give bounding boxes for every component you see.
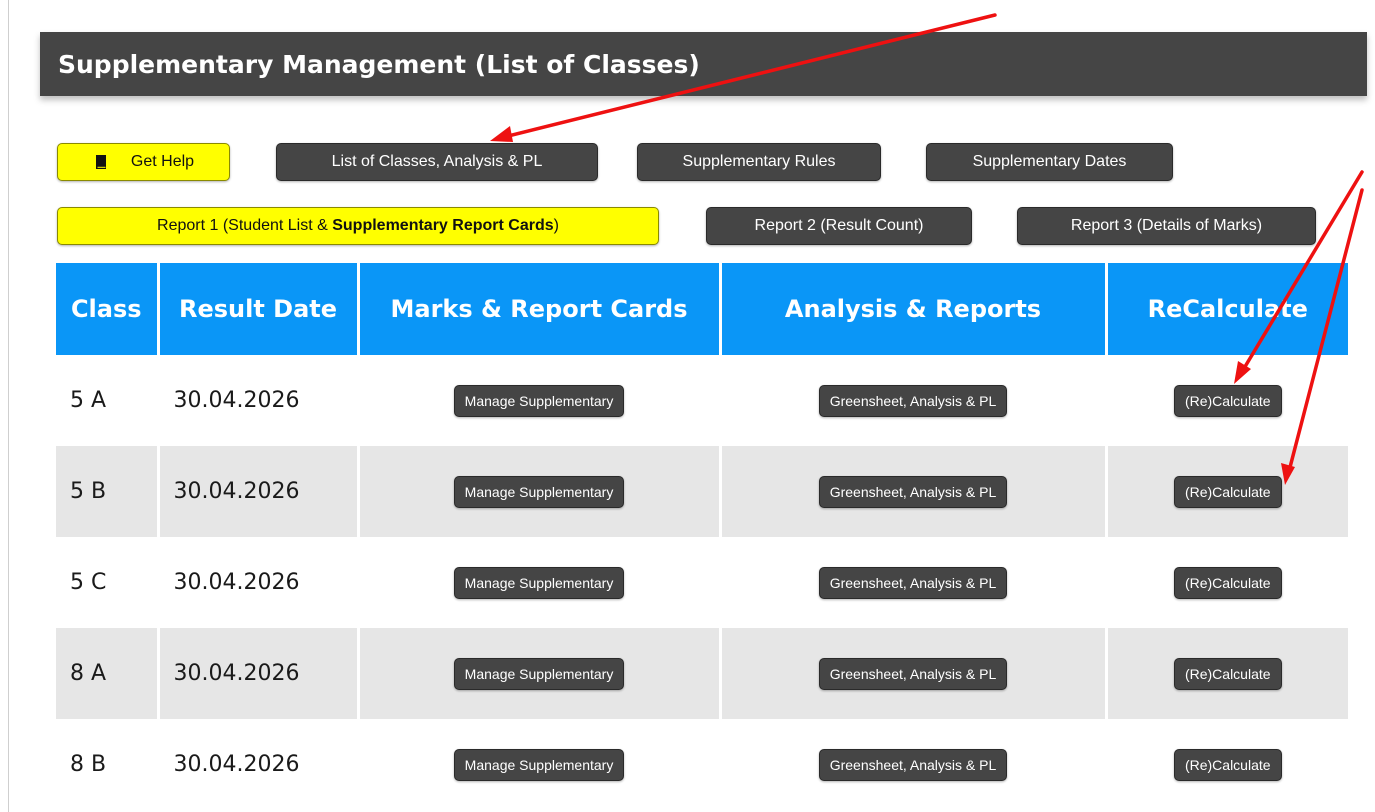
recalculate-button[interactable]: (Re)Calculate bbox=[1173, 566, 1282, 599]
greensheet-analysis-button[interactable]: Greensheet, Analysis & PL bbox=[818, 657, 1008, 690]
greensheet-analysis-button[interactable]: Greensheet, Analysis & PL bbox=[818, 748, 1008, 781]
report2-button[interactable]: Report 2 (Result Count) bbox=[706, 207, 972, 245]
column-header-marks: Marks & Report Cards bbox=[358, 263, 722, 355]
supplementary-dates-button[interactable]: Supplementary Dates bbox=[926, 143, 1173, 181]
report3-label: Report 3 (Details of Marks) bbox=[1070, 217, 1263, 234]
report1-button[interactable]: Report 1 (Student List & Supplementary R… bbox=[57, 207, 659, 245]
table-row: 5 A 30.04.2026 Manage Supplementary Gree… bbox=[56, 355, 1348, 446]
report2-label: Report 2 (Result Count) bbox=[754, 217, 924, 234]
supplementary-rules-button[interactable]: Supplementary Rules bbox=[637, 143, 881, 181]
list-of-classes-button[interactable]: List of Classes, Analysis & PL bbox=[276, 143, 598, 181]
manage-supplementary-button[interactable]: Manage Supplementary bbox=[453, 657, 625, 690]
greensheet-analysis-button[interactable]: Greensheet, Analysis & PL bbox=[818, 384, 1008, 417]
table-row: 8 A 30.04.2026 Manage Supplementary Gree… bbox=[56, 628, 1348, 719]
table-row: 5 C 30.04.2026 Manage Supplementary Gree… bbox=[56, 537, 1348, 628]
report3-button[interactable]: Report 3 (Details of Marks) bbox=[1017, 207, 1316, 245]
marks-cell: Manage Supplementary bbox=[358, 628, 722, 719]
greensheet-analysis-button[interactable]: Greensheet, Analysis & PL bbox=[818, 475, 1008, 508]
class-cell: 8 B bbox=[56, 719, 160, 810]
recalculate-button[interactable]: (Re)Calculate bbox=[1173, 657, 1282, 690]
page-header: Supplementary Management (List of Classe… bbox=[40, 32, 1367, 96]
analysis-cell: Greensheet, Analysis & PL bbox=[720, 355, 1108, 446]
get-help-label: Get Help bbox=[130, 153, 195, 170]
recalculate-cell: (Re)Calculate bbox=[1106, 537, 1348, 628]
marks-cell: Manage Supplementary bbox=[358, 537, 722, 628]
analysis-cell: Greensheet, Analysis & PL bbox=[720, 446, 1108, 537]
marks-cell: Manage Supplementary bbox=[358, 719, 722, 810]
annotation-arrowhead bbox=[490, 126, 513, 142]
greensheet-analysis-button[interactable]: Greensheet, Analysis & PL bbox=[818, 566, 1008, 599]
get-help-button[interactable]: Get Help bbox=[57, 143, 230, 181]
recalculate-cell: (Re)Calculate bbox=[1106, 355, 1348, 446]
result-date-cell: 30.04.2026 bbox=[158, 719, 360, 810]
result-date-cell: 30.04.2026 bbox=[158, 628, 360, 719]
manage-supplementary-button[interactable]: Manage Supplementary bbox=[453, 384, 625, 417]
column-header-recalculate: ReCalculate bbox=[1106, 263, 1348, 355]
table-header-row: Class Result Date Marks & Report Cards A… bbox=[56, 263, 1348, 355]
report1-label-suffix: ) bbox=[553, 217, 559, 234]
page-left-border bbox=[8, 0, 9, 812]
book-icon bbox=[93, 154, 109, 170]
analysis-cell: Greensheet, Analysis & PL bbox=[720, 628, 1108, 719]
column-header-class: Class bbox=[56, 263, 160, 355]
manage-supplementary-button[interactable]: Manage Supplementary bbox=[453, 748, 625, 781]
manage-supplementary-button[interactable]: Manage Supplementary bbox=[453, 566, 625, 599]
recalculate-button[interactable]: (Re)Calculate bbox=[1173, 475, 1282, 508]
class-cell: 8 A bbox=[56, 628, 160, 719]
recalculate-cell: (Re)Calculate bbox=[1106, 446, 1348, 537]
manage-supplementary-button[interactable]: Manage Supplementary bbox=[453, 475, 625, 508]
recalculate-button[interactable]: (Re)Calculate bbox=[1173, 748, 1282, 781]
page-title: Supplementary Management (List of Classe… bbox=[58, 49, 700, 79]
report1-label-prefix: Report 1 (Student List & bbox=[157, 217, 333, 234]
marks-cell: Manage Supplementary bbox=[358, 446, 722, 537]
class-cell: 5 C bbox=[56, 537, 160, 628]
recalculate-button[interactable]: (Re)Calculate bbox=[1173, 384, 1282, 417]
column-header-result-date: Result Date bbox=[158, 263, 360, 355]
result-date-cell: 30.04.2026 bbox=[158, 446, 360, 537]
recalculate-cell: (Re)Calculate bbox=[1106, 719, 1348, 810]
class-cell: 5 B bbox=[56, 446, 160, 537]
analysis-cell: Greensheet, Analysis & PL bbox=[720, 537, 1108, 628]
recalculate-cell: (Re)Calculate bbox=[1106, 628, 1348, 719]
result-date-cell: 30.04.2026 bbox=[158, 355, 360, 446]
column-header-analysis: Analysis & Reports bbox=[720, 263, 1108, 355]
table-row: 8 B 30.04.2026 Manage Supplementary Gree… bbox=[56, 719, 1348, 810]
supplementary-rules-label: Supplementary Rules bbox=[682, 153, 836, 170]
list-of-classes-label: List of Classes, Analysis & PL bbox=[331, 153, 543, 170]
class-cell: 5 A bbox=[56, 355, 160, 446]
report1-label-bold: Supplementary Report Cards bbox=[332, 217, 554, 234]
supplementary-dates-label: Supplementary Dates bbox=[972, 153, 1127, 170]
marks-cell: Manage Supplementary bbox=[358, 355, 722, 446]
table-row: 5 B 30.04.2026 Manage Supplementary Gree… bbox=[56, 446, 1348, 537]
result-date-cell: 30.04.2026 bbox=[158, 537, 360, 628]
analysis-cell: Greensheet, Analysis & PL bbox=[720, 719, 1108, 810]
classes-table: Class Result Date Marks & Report Cards A… bbox=[56, 263, 1348, 810]
